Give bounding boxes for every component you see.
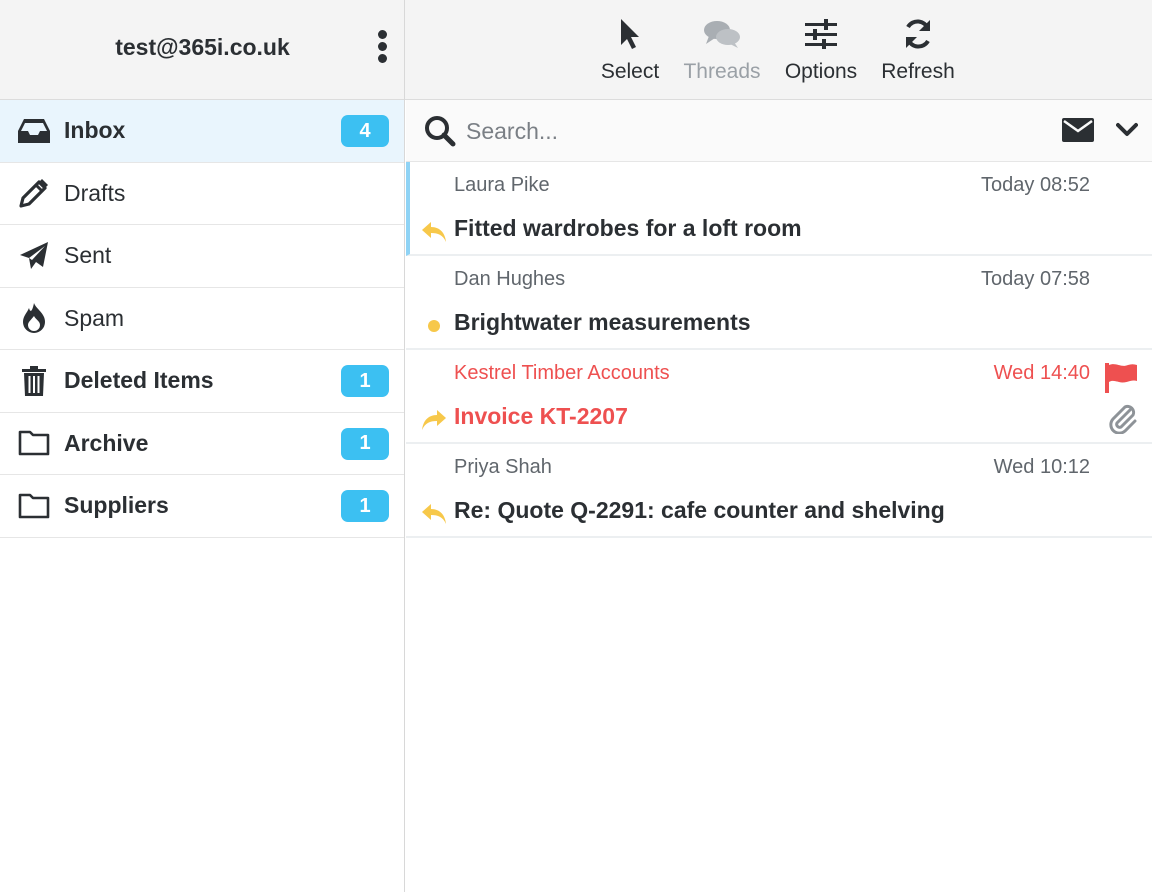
forward-icon bbox=[420, 406, 448, 434]
sidebar-item-label: Drafts bbox=[64, 179, 126, 206]
sidebar-item-archive[interactable]: Archive 1 bbox=[0, 413, 404, 475]
sidebar-item-spam[interactable]: Spam bbox=[0, 288, 404, 350]
sidebar-item-drafts[interactable]: Drafts bbox=[0, 163, 404, 225]
account-panel: test@365i.co.uk bbox=[0, 0, 405, 100]
sidebar-item-label: Sent bbox=[64, 242, 112, 269]
account-email: test@365i.co.uk bbox=[115, 34, 290, 60]
sidebar-item-label: Suppliers bbox=[64, 492, 169, 519]
account-menu-icon[interactable] bbox=[372, 30, 392, 68]
unread-count-badge: 1 bbox=[341, 365, 389, 397]
refresh-button[interactable]: Refresh bbox=[877, 12, 959, 92]
reply-icon bbox=[420, 500, 448, 528]
message-row[interactable]: Dan Hughes Today 07:58 Brightwater measu… bbox=[406, 256, 1152, 350]
options-button[interactable]: Options bbox=[779, 12, 863, 92]
envelope-filter-icon[interactable] bbox=[1062, 118, 1094, 147]
message-sender: Dan Hughes bbox=[454, 268, 566, 290]
unread-count-badge: 4 bbox=[341, 115, 389, 147]
options-label: Options bbox=[784, 60, 858, 83]
sidebar-item-deleted[interactable]: Deleted Items 1 bbox=[0, 350, 404, 413]
sidebar-item-label: Spam bbox=[64, 304, 125, 331]
top-header: test@365i.co.uk Select Threads Options R… bbox=[0, 0, 1152, 100]
folder-sidebar: Inbox 4 Drafts Sent Spam Deleted Items 1… bbox=[0, 100, 405, 892]
threads-button[interactable]: Threads bbox=[679, 12, 765, 92]
message-subject: Invoice KT-2207 bbox=[454, 403, 628, 429]
sliders-icon bbox=[779, 12, 863, 56]
sidebar-item-label: Archive bbox=[64, 429, 149, 456]
reply-icon bbox=[420, 218, 448, 246]
fire-icon bbox=[16, 300, 52, 336]
message-time: Today 08:52 bbox=[981, 174, 1090, 196]
unread-count-badge: 1 bbox=[341, 427, 389, 460]
sidebar-item-label: Inbox bbox=[64, 117, 126, 144]
folder-icon bbox=[16, 488, 52, 524]
message-sender: Kestrel Timber Accounts bbox=[454, 362, 670, 384]
search-bar bbox=[406, 100, 1152, 162]
select-label: Select bbox=[600, 60, 660, 83]
search-icon bbox=[424, 115, 456, 152]
sidebar-item-suppliers[interactable]: Suppliers 1 bbox=[0, 475, 404, 538]
message-row[interactable]: Priya Shah Wed 10:12 Re: Quote Q-2291: c… bbox=[406, 444, 1152, 538]
message-time: Wed 14:40 bbox=[993, 362, 1090, 384]
sidebar-item-inbox[interactable]: Inbox 4 bbox=[0, 100, 404, 163]
refresh-label: Refresh bbox=[881, 60, 955, 83]
message-time: Today 07:58 bbox=[981, 268, 1090, 290]
message-list-pane: Laura Pike Today 08:52 Fitted wardrobes … bbox=[406, 100, 1152, 892]
chat-bubbles-icon bbox=[679, 12, 765, 56]
message-row[interactable]: Kestrel Timber Accounts Wed 14:40 Invoic… bbox=[406, 350, 1152, 444]
message-subject: Fitted wardrobes for a loft room bbox=[454, 215, 802, 241]
toolbar: Select Threads Options Refresh bbox=[405, 0, 1152, 100]
message-subject: Brightwater measurements bbox=[454, 309, 751, 335]
sidebar-item-label: Deleted Items bbox=[64, 367, 214, 394]
message-sender: Laura Pike bbox=[454, 174, 550, 196]
message-sender: Priya Shah bbox=[454, 456, 552, 478]
message-subject: Re: Quote Q-2291: cafe counter and shelv… bbox=[454, 497, 945, 523]
paper-plane-icon bbox=[16, 238, 52, 274]
unread-dot-icon bbox=[420, 312, 448, 340]
flag-icon[interactable] bbox=[1104, 362, 1138, 399]
folder-icon bbox=[16, 425, 52, 461]
inbox-icon bbox=[16, 113, 52, 149]
message-row[interactable]: Laura Pike Today 08:52 Fitted wardrobes … bbox=[406, 162, 1152, 256]
threads-label: Threads bbox=[683, 60, 761, 83]
message-time: Wed 10:12 bbox=[993, 456, 1090, 478]
pencil-icon bbox=[16, 175, 52, 211]
trash-icon bbox=[16, 363, 52, 399]
refresh-icon bbox=[877, 12, 959, 56]
unread-count-badge: 1 bbox=[341, 490, 389, 522]
select-button[interactable]: Select bbox=[595, 12, 665, 92]
cursor-icon bbox=[595, 12, 665, 56]
chevron-down-icon[interactable] bbox=[1116, 122, 1138, 143]
paperclip-icon bbox=[1108, 402, 1138, 439]
search-input[interactable] bbox=[466, 110, 1026, 152]
sidebar-item-sent[interactable]: Sent bbox=[0, 225, 404, 288]
